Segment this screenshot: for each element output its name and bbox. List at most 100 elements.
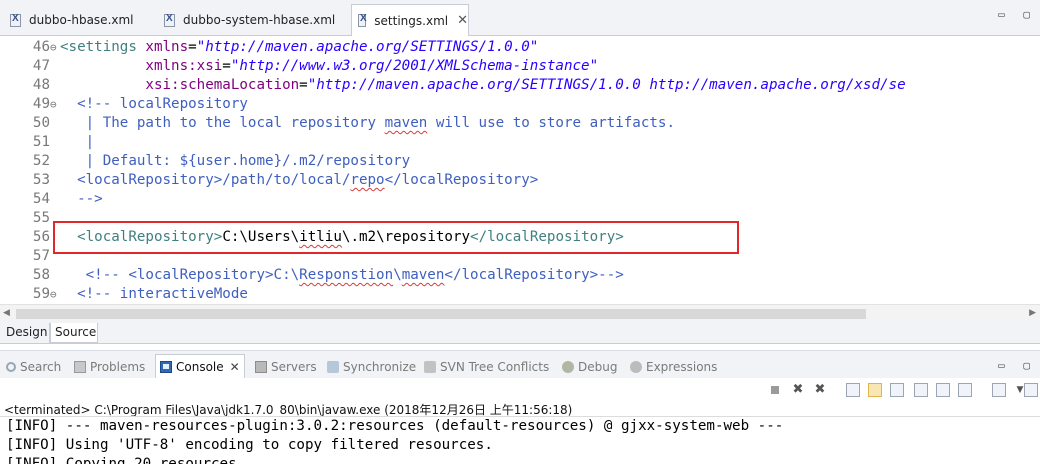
- remove-launch-icon[interactable]: ✖: [790, 382, 806, 398]
- tab-label: Expressions: [646, 359, 718, 374]
- code-token: |: [60, 134, 95, 150]
- console-line: [INFO] --- maven-resources-plugin:3.0.2:…: [6, 418, 784, 434]
- tab-design[interactable]: Design: [2, 323, 50, 343]
- code-line: 48 xsi:schemaLocation="http://maven.apac…: [3, 76, 1040, 95]
- view-tab-bar: Search Problems Console ✕ Servers Synchr…: [0, 350, 1040, 379]
- editor-tab-dubbo-system-hbase[interactable]: dubbo-system-hbase.xml: [158, 4, 348, 36]
- tab-svn-tree-conflicts[interactable]: SVN Tree Conflicts: [424, 354, 549, 379]
- synchronize-icon: [327, 360, 339, 373]
- code-token: \: [393, 267, 402, 283]
- line-number: 57: [32, 248, 50, 264]
- tab-problems[interactable]: Problems: [74, 354, 145, 379]
- minimize-maximize-icon[interactable]: ▭ ▢: [998, 359, 1036, 372]
- code-token: maven: [384, 115, 428, 131]
- code-text: xmlns:xsi="http://www.w3.org/2001/XMLSch…: [60, 57, 598, 76]
- tab-servers[interactable]: Servers: [255, 354, 317, 379]
- fold-toggle-icon[interactable]: ⊖: [50, 285, 57, 304]
- tab-search[interactable]: Search: [6, 354, 61, 379]
- line-number: 55: [32, 210, 50, 226]
- code-text: xsi:schemaLocation="http://maven.apache.…: [60, 76, 906, 95]
- code-text: <!-- interactiveMode: [60, 285, 248, 304]
- code-token: xmlns: [145, 39, 189, 55]
- code-token: </localRepository>-->: [444, 267, 624, 283]
- close-icon[interactable]: ✕: [230, 360, 240, 374]
- xml-file-icon: [164, 13, 175, 27]
- tab-synchronize[interactable]: Synchronize: [327, 354, 416, 379]
- code-token: <settings: [60, 39, 146, 55]
- problems-icon: [74, 360, 86, 373]
- show-on-stdout-icon[interactable]: [914, 383, 928, 397]
- code-line: 46 ⊖ <settings xmlns="http://maven.apache.…: [3, 38, 1040, 57]
- code-text: <localRepository>/path/to/local/repo</lo…: [60, 171, 538, 190]
- debug-icon: [562, 360, 574, 373]
- scroll-left-icon[interactable]: ◀: [3, 308, 10, 318]
- highlight-annotation-box: [53, 221, 739, 254]
- line-number: 52: [32, 153, 50, 169]
- editor-tab-label: settings.xml: [374, 13, 449, 28]
- svn-tree-conflicts-icon: [424, 360, 436, 373]
- line-number: 47: [32, 58, 50, 74]
- editor-tab-settings[interactable]: settings.xml ✕: [351, 4, 469, 37]
- code-text: | The path to the local repository maven…: [60, 114, 675, 133]
- code-token: xmlns:xsi: [145, 58, 223, 74]
- tab-debug[interactable]: Debug: [562, 354, 617, 379]
- code-token: =: [222, 58, 231, 74]
- editor-tab-bar: dubbo-hbase.xml dubbo-system-hbase.xml s…: [0, 0, 1040, 37]
- editor-tab-dubbo-hbase[interactable]: dubbo-hbase.xml: [4, 4, 154, 36]
- source-editor[interactable]: 46 ⊖ <settings xmlns="http://maven.apache.…: [0, 36, 1040, 304]
- code-line: 50 | The path to the local repository ma…: [3, 114, 1040, 133]
- show-on-stderr-icon[interactable]: [936, 383, 950, 397]
- editor-mode-tabs: Design Source: [0, 322, 1040, 344]
- code-text: | Default: ${user.home}/.m2/repository: [60, 152, 411, 171]
- code-line: 51 |: [3, 133, 1040, 152]
- code-text: <settings xmlns="http://maven.apache.org…: [60, 38, 538, 57]
- scroll-right-icon[interactable]: ▶: [1029, 308, 1036, 318]
- code-token: </localRepository>: [384, 172, 539, 188]
- code-text: <!-- <localRepository>C:\Responstion\mav…: [60, 266, 624, 285]
- code-token: repo: [350, 172, 385, 188]
- close-icon[interactable]: ✕: [457, 13, 468, 28]
- tab-expressions[interactable]: Expressions: [630, 354, 717, 379]
- minimize-maximize-icon[interactable]: ▭ ▢: [998, 8, 1036, 21]
- code-line: 49 ⊖ <!-- localRepository: [3, 95, 1040, 114]
- fold-toggle-icon[interactable]: ⊖: [50, 95, 57, 114]
- search-icon: [6, 361, 16, 372]
- code-token: Responstion: [299, 267, 394, 283]
- code-line: 52 | Default: ${user.home}/.m2/repositor…: [3, 152, 1040, 171]
- new-console-icon[interactable]: [1024, 383, 1038, 397]
- scrollbar-thumb[interactable]: [16, 309, 866, 319]
- code-line: 53 <localRepository>/path/to/local/repo<…: [3, 171, 1040, 190]
- code-token: "http://www.w3.org/2001/XMLSchema-instan…: [230, 58, 599, 74]
- tab-label: Problems: [90, 359, 146, 374]
- fold-toggle-icon[interactable]: ⊖: [50, 38, 57, 57]
- code-token: <localRepository>/path/to/local/: [60, 172, 351, 188]
- code-token: "http://maven.apache.org/SETTINGS/1.0.0 …: [307, 77, 906, 93]
- editor-tab-label: dubbo-system-hbase.xml: [183, 13, 336, 27]
- code-token: <!-- interactiveMode: [60, 286, 248, 302]
- terminate-icon[interactable]: [767, 382, 783, 398]
- word-wrap-icon[interactable]: [890, 383, 904, 397]
- tab-label: Synchronize: [343, 359, 417, 374]
- code-line: 54 -->: [3, 190, 1040, 209]
- tab-source[interactable]: Source: [50, 323, 98, 343]
- remove-all-terminated-icon[interactable]: ✖: [812, 382, 828, 398]
- code-text: <!-- localRepository: [60, 95, 248, 114]
- code-token: <!-- <localRepository>C:\: [60, 267, 300, 283]
- display-console-icon[interactable]: [992, 383, 1006, 397]
- code-token: <!-- localRepository: [60, 96, 248, 112]
- code-token: "http://maven.apache.org/SETTINGS/1.0.0": [196, 39, 539, 55]
- clear-console-icon[interactable]: [846, 383, 860, 397]
- code-token: maven: [401, 267, 445, 283]
- xml-file-icon: [358, 13, 367, 27]
- tab-label: Servers: [271, 359, 317, 374]
- line-number: 58: [32, 267, 50, 283]
- console-output[interactable]: [INFO] --- maven-resources-plugin:3.0.2:…: [0, 416, 1040, 464]
- code-token: xsi:schemaLocation: [145, 77, 300, 93]
- scroll-lock-icon[interactable]: [868, 383, 882, 397]
- code-text: -->: [60, 190, 103, 209]
- tab-console[interactable]: Console ✕: [155, 354, 245, 379]
- pin-console-icon[interactable]: [958, 383, 972, 397]
- horizontal-scrollbar[interactable]: ◀ ▶: [0, 304, 1040, 322]
